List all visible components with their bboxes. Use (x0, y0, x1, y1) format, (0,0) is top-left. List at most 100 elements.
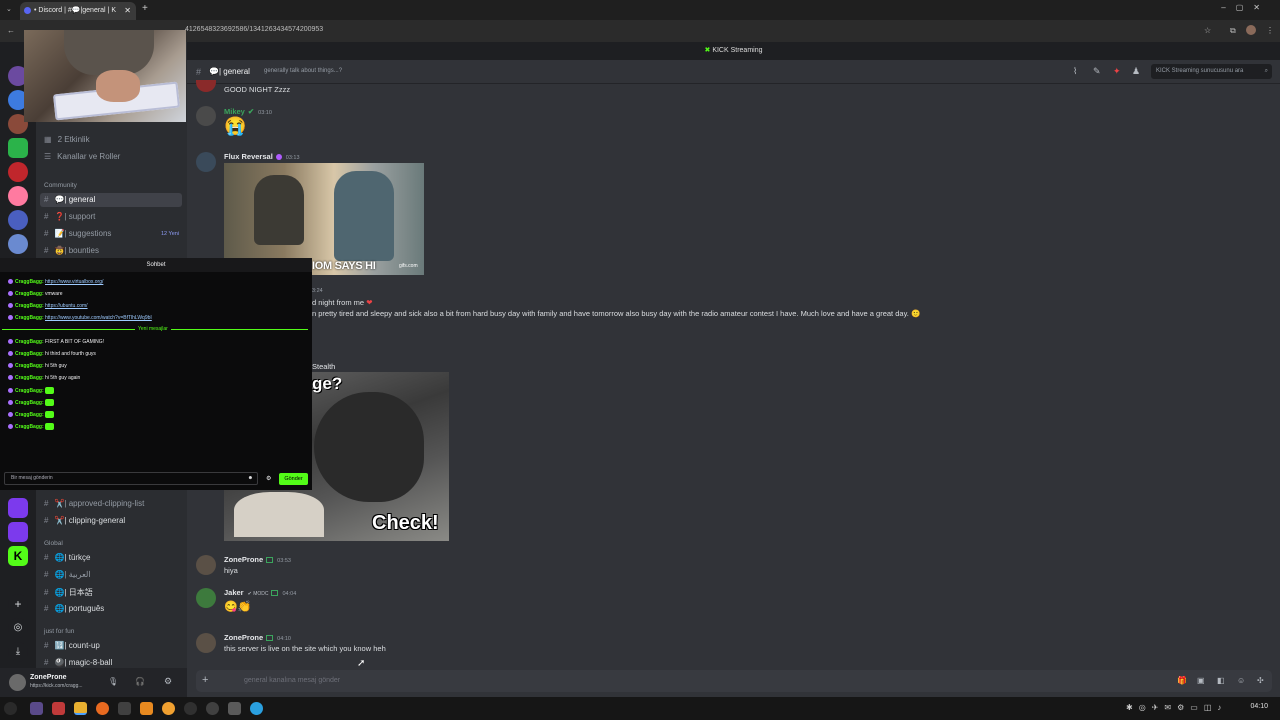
settings-gear-icon[interactable]: ⚙ (164, 676, 172, 687)
chat-user[interactable]: CraggBagg: (15, 412, 44, 418)
chat-user[interactable]: CraggBagg: (15, 388, 44, 394)
avatar[interactable] (9, 674, 26, 691)
sidebar-item-approved-clipping-list[interactable]: # ✂️| approved-clipping-list (44, 499, 144, 508)
chat-user[interactable]: CraggBagg: (15, 400, 44, 406)
chat-user[interactable]: CraggBagg: (15, 279, 44, 285)
window-controls[interactable]: –▢✕ (1221, 3, 1270, 12)
avatar[interactable] (196, 588, 216, 608)
app-icon[interactable] (30, 702, 43, 715)
message-author[interactable]: Stealth (312, 362, 335, 371)
gif-icon[interactable]: ▣ (1197, 676, 1205, 685)
chat-user[interactable]: CraggBagg: (15, 315, 44, 321)
message-author[interactable]: ZoneProne 03:53 (224, 555, 291, 564)
message-author[interactable]: ZoneProne 04:10 (224, 633, 291, 642)
category-community[interactable]: Community (44, 182, 77, 189)
sticker-icon[interactable]: ◧ (1217, 676, 1225, 685)
chat-link[interactable]: https://www.youtube.com/watch?v=BfTlhLWq… (45, 315, 152, 321)
chat-link[interactable]: https://www.virtualbox.org/ (45, 279, 103, 285)
message-author[interactable]: Flux Reversal 03:13 (224, 152, 300, 161)
sidebar-item-magic-8-ball[interactable]: # 🎱| magic-8-ball (44, 658, 112, 667)
send-button[interactable]: Gönder (279, 473, 308, 485)
emote-picker-icon[interactable]: ☻ (248, 473, 253, 484)
sidebar-item-japanese[interactable]: # 🌐| 日本語 (44, 587, 93, 598)
sidebar-item-clipping-general[interactable]: # ✂️| clipping-general (44, 516, 125, 525)
app-icon[interactable] (118, 702, 131, 715)
sidebar-item-portugues[interactable]: # 🌐| português (44, 604, 104, 613)
chat-user[interactable]: CraggBagg: (15, 291, 44, 297)
notification-icon[interactable]: ✎ (1093, 66, 1101, 77)
events-item[interactable]: ▦ 2 Etkinlik (44, 135, 90, 144)
chat-text: FIRST A BIT OF GAMING! (45, 339, 105, 345)
start-menu-icon[interactable] (4, 702, 17, 715)
chrome-icon[interactable] (74, 702, 87, 715)
app-icon[interactable] (140, 702, 153, 715)
headphones-icon[interactable]: 🎧 (135, 677, 145, 686)
bookmark-star-icon[interactable]: ☆ (1204, 26, 1211, 35)
server-icon[interactable] (8, 234, 28, 254)
chat-user[interactable]: CraggBagg: (15, 339, 44, 345)
sidebar-item-general[interactable]: # 💬| general (40, 193, 182, 207)
twitch-server-icon[interactable] (8, 522, 28, 542)
server-icon[interactable] (8, 210, 28, 230)
twitch-server-icon[interactable] (8, 498, 28, 518)
profile-avatar[interactable] (1246, 25, 1256, 35)
avatar[interactable] (196, 152, 216, 172)
chat-user[interactable]: CraggBagg: (15, 375, 44, 381)
extensions-icon[interactable]: ⧉ (1230, 26, 1236, 36)
tab-list-icon[interactable]: ⌄ (6, 5, 12, 13)
add-attachment-icon[interactable]: + (202, 674, 208, 686)
app-icon[interactable] (206, 702, 219, 715)
firefox-icon[interactable] (96, 702, 109, 715)
chat-user[interactable]: CraggBagg: (15, 303, 44, 309)
message-author[interactable]: Mikey ✔ 03:10 (224, 107, 272, 116)
sidebar-item-support[interactable]: # ❓| support (44, 212, 95, 221)
threads-icon[interactable]: ⌇ (1073, 66, 1077, 77)
browser-tab[interactable]: • Discord | #💬|general | K ✕ (20, 2, 136, 20)
server-icon[interactable] (8, 162, 28, 182)
chat-settings-gear-icon[interactable]: ⚙ (266, 475, 271, 482)
chat-user[interactable]: CraggBagg: (15, 424, 44, 430)
chat-user[interactable]: CraggBagg: (15, 363, 44, 369)
members-icon[interactable]: ♟ (1132, 66, 1140, 77)
category-just-for-fun[interactable]: just for fun (44, 628, 74, 635)
discover-icon[interactable]: ◎ (8, 618, 28, 638)
sidebar-item-turkce[interactable]: # 🌐| türkçe (44, 553, 91, 562)
chat-link[interactable]: https://ubuntu.com/ (45, 303, 88, 309)
sidebar-item-arabic[interactable]: # 🌐| العربية (44, 570, 91, 579)
pin-icon[interactable]: ✦ (1113, 66, 1121, 77)
search-input[interactable]: KICK Streaming sunucusunu ara ⌕ (1151, 64, 1272, 79)
app-icon[interactable] (228, 702, 241, 715)
app-icon[interactable] (52, 702, 65, 715)
message-author[interactable]: Jaker ✔ MODC 04:04 (224, 588, 296, 597)
telegram-icon[interactable] (250, 702, 263, 715)
system-tray-icons[interactable]: ✱◎✈✉⚙▭◫♪ (1126, 703, 1227, 712)
microphone-icon[interactable]: 🎙 (108, 677, 118, 686)
message-composer[interactable]: + 🎁 ▣ ◧ ☺ ✣ (196, 670, 1272, 692)
menu-icon[interactable]: ⋮ (1266, 26, 1274, 35)
back-icon[interactable]: ← (7, 26, 15, 35)
channel-topic[interactable]: generally talk about things...? (264, 68, 342, 74)
avatar[interactable] (196, 555, 216, 575)
server-icon[interactable] (8, 138, 28, 158)
channels-roles-item[interactable]: ☰ Kanallar ve Roller (44, 152, 120, 161)
url-text[interactable]: …41265483236925​86/1341263434574200953 (178, 26, 323, 33)
server-icon[interactable] (8, 186, 28, 206)
avatar[interactable] (196, 106, 216, 126)
chat-input[interactable]: Bir mesaj gönderin ☻ (4, 472, 258, 485)
download-icon[interactable]: ⤓ (8, 642, 28, 662)
sidebar-item-bounties[interactable]: # 🤠| bounties (44, 246, 99, 255)
kick-server-icon[interactable]: K (8, 546, 28, 566)
app-icon[interactable] (162, 702, 175, 715)
sidebar-item-suggestions[interactable]: # 📝| suggestions (44, 229, 111, 238)
gift-icon[interactable]: 🎁 (1177, 676, 1187, 685)
chat-user[interactable]: CraggBagg: (15, 351, 44, 357)
add-server-icon[interactable]: + (8, 594, 28, 614)
emoji-icon[interactable]: ☺ (1237, 676, 1245, 685)
sidebar-item-count-up[interactable]: # 🔢| count-up (44, 641, 100, 650)
avatar[interactable] (196, 633, 216, 653)
category-global[interactable]: Global (44, 540, 63, 547)
close-tab-icon[interactable]: ✕ (124, 2, 131, 20)
app-icon[interactable] (184, 702, 197, 715)
new-tab-icon[interactable]: + (142, 3, 148, 14)
apps-icon[interactable]: ✣ (1257, 676, 1264, 685)
